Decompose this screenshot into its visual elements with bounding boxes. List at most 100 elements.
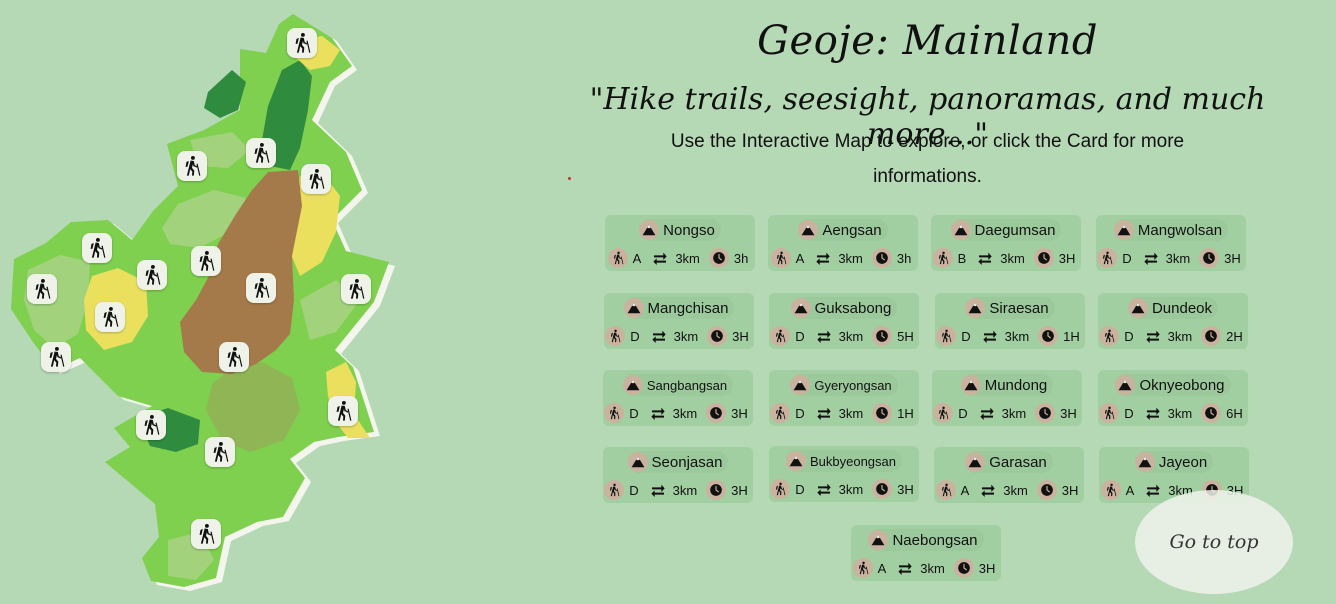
mountain-icon <box>639 220 660 240</box>
card-name-pill: Mundong <box>960 374 1054 396</box>
card-distance: 3km <box>1003 482 1028 498</box>
card-name-row: Bukbyeongsan <box>769 450 919 472</box>
trail-card[interactable]: Garasan A 3km 3H <box>934 447 1084 503</box>
card-info-row: D 3km 3H <box>603 403 753 423</box>
mountain-icon <box>950 220 971 240</box>
map-marker-9[interactable] <box>27 274 57 304</box>
card-info-row: D 3km 3H <box>769 479 919 499</box>
card-name-pill: Mangchisan <box>623 297 735 319</box>
mountain-icon <box>868 530 889 550</box>
mountain-icon <box>798 220 819 240</box>
card-name-row: Garasan <box>934 451 1084 473</box>
hiker-icon <box>195 523 217 545</box>
map-marker-7[interactable] <box>137 260 167 290</box>
arrows-exchange-icon <box>650 248 670 268</box>
card-distance: 3km <box>675 250 700 266</box>
trail-card[interactable]: Guksabong D 3km 5H <box>769 293 919 349</box>
card-distance: 3km <box>838 250 863 266</box>
card-name-row: Guksabong <box>769 297 919 319</box>
map-marker-6[interactable] <box>191 246 221 276</box>
hiker-icon <box>45 346 67 368</box>
trail-card[interactable]: Mangwolsan D 3km 3H <box>1096 215 1246 271</box>
trail-card[interactable]: Seonjasan D 3km 3H <box>603 447 753 503</box>
trail-card[interactable]: Sangbangsan D 3km 3H <box>603 370 753 426</box>
map-marker-1[interactable] <box>287 28 317 58</box>
card-distance: 3km <box>672 482 698 498</box>
card-distance: 3km <box>1165 250 1191 266</box>
card-name-pill: Bukbyeongsan <box>785 450 902 472</box>
card-name-row: Siraesan <box>935 297 1085 319</box>
hiker-icon <box>933 403 954 423</box>
card-info-row: A 3km 3h <box>768 248 918 268</box>
trail-card[interactable]: Aengsan A 3km 3h <box>768 215 918 271</box>
card-info-row: D 3km 3H <box>932 403 1082 423</box>
arrows-exchange-icon <box>648 403 668 423</box>
clock-icon <box>871 248 892 268</box>
card-time: 3h <box>733 250 749 266</box>
card-distance: 3km <box>1004 328 1030 344</box>
map-marker-14[interactable] <box>328 396 358 426</box>
map-marker-4[interactable] <box>301 164 331 194</box>
mountain-icon <box>965 452 986 472</box>
arrows-exchange-icon <box>814 403 834 423</box>
trail-card[interactable]: Bukbyeongsan D 3km 3H <box>769 446 919 502</box>
hiker-icon <box>141 264 163 286</box>
hiker-icon <box>332 400 354 422</box>
map-marker-2[interactable] <box>246 138 276 168</box>
arrows-exchange-icon <box>649 326 669 346</box>
card-name-pill: Jayeon <box>1134 451 1214 473</box>
hiker-icon <box>770 326 791 346</box>
map-marker-3[interactable] <box>177 151 207 181</box>
map-marker-15[interactable] <box>136 410 166 440</box>
card-info-row: D 3km 6H <box>1098 403 1248 423</box>
map-marker-17[interactable] <box>191 519 221 549</box>
trail-card[interactable]: Gyeryongsan D 3km 1H <box>769 370 919 426</box>
card-name-row: Oknyeobong <box>1098 374 1248 396</box>
map-marker-10[interactable] <box>341 274 371 304</box>
card-distance: 3km <box>1001 405 1027 421</box>
interactive-map[interactable] <box>0 0 420 604</box>
map-marker-11[interactable] <box>95 302 125 332</box>
clock-icon <box>872 479 893 499</box>
arrows-exchange-icon <box>813 248 833 268</box>
map-marker-13[interactable] <box>219 342 249 372</box>
trail-card[interactable]: Mangchisan D 3km 3H <box>604 293 754 349</box>
arrows-exchange-icon <box>1141 248 1161 268</box>
arrows-exchange-icon <box>1143 403 1163 423</box>
card-name: Naebongsan <box>892 531 978 549</box>
arrows-exchange-icon <box>978 480 998 500</box>
map-marker-16[interactable] <box>205 437 235 467</box>
card-difficulty: D <box>961 328 971 344</box>
card-time: 2H <box>1226 328 1243 344</box>
hiker-icon <box>770 403 791 423</box>
hiker-icon <box>852 558 873 578</box>
hiker-icon <box>604 403 625 423</box>
card-difficulty: D <box>1124 328 1134 344</box>
card-name: Mundong <box>984 376 1048 394</box>
hiker-icon <box>181 155 203 177</box>
trail-card[interactable]: Oknyeobong D 3km 6H <box>1098 370 1248 426</box>
card-name-pill: Seonjasan <box>627 451 729 473</box>
trail-card[interactable]: Nongso A 3km 3h <box>605 215 755 271</box>
card-name: Garasan <box>989 453 1047 471</box>
card-time: 3H <box>1224 250 1241 266</box>
trail-card[interactable]: Siraesan D 3km 1H <box>935 293 1085 349</box>
map-marker-8[interactable] <box>246 273 276 303</box>
red-dot <box>568 177 571 180</box>
hiker-icon <box>1099 326 1120 346</box>
map-marker-12[interactable] <box>41 342 71 372</box>
hiker-icon <box>935 480 956 500</box>
map-marker-5[interactable] <box>82 233 112 263</box>
card-name-pill: Guksabong <box>790 297 898 319</box>
card-distance: 3km <box>1167 328 1193 344</box>
trail-card[interactable]: Dundeok D 3km 2H <box>1098 293 1248 349</box>
trail-card[interactable]: Mundong D 3km 3H <box>932 370 1082 426</box>
mountain-icon <box>785 451 806 471</box>
go-to-top-button[interactable]: Go to top <box>1135 490 1293 594</box>
trail-card[interactable]: Daegumsan B 3km 3H <box>931 215 1081 271</box>
card-name: Mangwolsan <box>1137 221 1223 239</box>
card-name: Oknyeobong <box>1139 376 1225 394</box>
trail-card[interactable]: Naebongsan A 3km 3H <box>851 525 1001 581</box>
card-difficulty: A <box>632 250 642 266</box>
hiker-icon <box>607 248 628 268</box>
